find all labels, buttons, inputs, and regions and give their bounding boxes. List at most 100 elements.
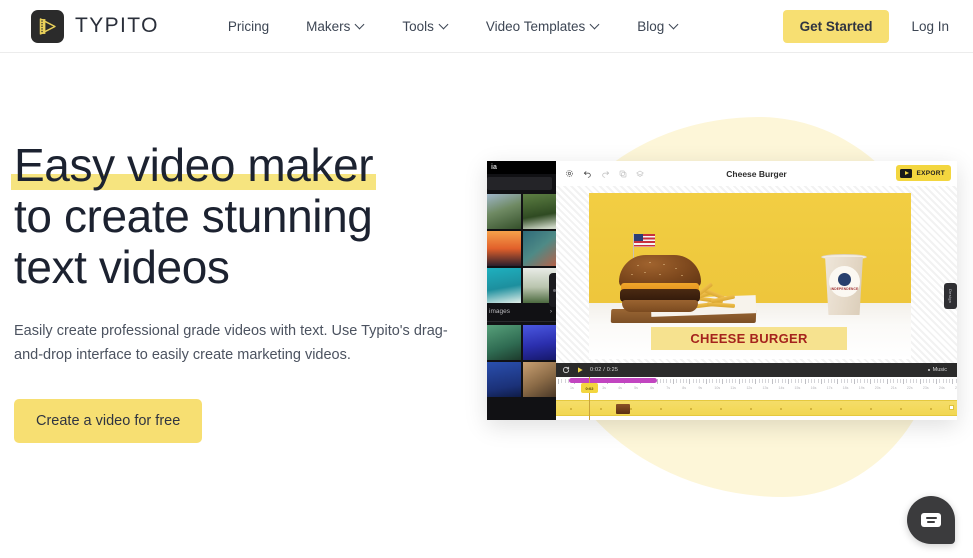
editor-thumbnail-grid bbox=[487, 194, 556, 303]
editor-playback-bar: 0:02 / 0:25 Music bbox=[556, 363, 957, 377]
timeline-tick bbox=[682, 379, 684, 383]
timeline-tick bbox=[728, 379, 730, 383]
timeline-tick bbox=[686, 379, 688, 383]
timeline-tick bbox=[791, 379, 793, 383]
thumbnail[interactable] bbox=[522, 194, 556, 229]
timeline-tick bbox=[712, 379, 714, 383]
nav-label: Makers bbox=[306, 18, 351, 34]
music-track-label[interactable]: Music bbox=[927, 367, 947, 373]
brand-name: TYPITO bbox=[75, 14, 159, 37]
thumbnail[interactable] bbox=[487, 362, 521, 397]
nav-item-tools[interactable]: Tools bbox=[402, 19, 449, 34]
editor-canvas: INDEPENDENCE CHEESE BURGER bbox=[556, 186, 957, 363]
get-started-button[interactable]: Get Started bbox=[782, 10, 890, 43]
timeline-tick-label: 17s bbox=[826, 386, 833, 390]
redo-icon[interactable] bbox=[601, 169, 610, 178]
export-label: EXPORT bbox=[916, 169, 945, 177]
caption-band[interactable]: CHEESE BURGER bbox=[651, 327, 847, 350]
thumbnail[interactable] bbox=[522, 362, 556, 397]
editor-thumbnail-grid-2 bbox=[487, 325, 556, 397]
thumbnail[interactable] bbox=[522, 231, 556, 266]
create-video-button[interactable]: Create a video for free bbox=[14, 399, 203, 443]
nav-label: Tools bbox=[402, 18, 434, 34]
timeline-tick bbox=[738, 379, 740, 384]
video-preview-frame[interactable]: INDEPENDENCE CHEESE BURGER bbox=[589, 193, 911, 359]
nav-item-video-templates[interactable]: Video Templates bbox=[486, 19, 600, 34]
undo-icon[interactable] bbox=[583, 169, 592, 178]
timeline-tick bbox=[827, 379, 829, 383]
timeline-tick bbox=[886, 379, 888, 384]
timeline-tick bbox=[797, 379, 799, 383]
thumbnail[interactable] bbox=[522, 325, 556, 360]
timeline-playhead-knob[interactable]: 0:02 bbox=[581, 383, 598, 393]
duplicate-icon[interactable] bbox=[619, 170, 627, 178]
playback-timecode: 0:02 / 0:25 bbox=[590, 367, 619, 373]
timeline-tick bbox=[702, 379, 704, 383]
sidebar-collapse-handle[interactable] bbox=[549, 273, 556, 307]
editor-sidebar-section-label[interactable]: images › bbox=[487, 303, 556, 319]
right-panel-handle[interactable]: Design bbox=[944, 283, 957, 309]
headline-line-3: text videos bbox=[14, 241, 230, 293]
timeline-tick bbox=[843, 379, 845, 383]
timeline-tick bbox=[781, 379, 783, 383]
layers-icon[interactable] bbox=[636, 170, 644, 178]
timeline-tick-label: 8s bbox=[682, 386, 687, 390]
nav-item-makers[interactable]: Makers bbox=[306, 19, 365, 34]
landing-page: TYPITO Pricing Makers Tools Video Templa… bbox=[0, 0, 973, 558]
timeline-tick bbox=[932, 379, 934, 383]
music-label-text: Music bbox=[932, 367, 947, 373]
nav-item-blog[interactable]: Blog bbox=[637, 19, 679, 34]
editor-main: Cheese Burger EXPORT INDEPENDENCE CHEESE… bbox=[556, 161, 957, 420]
timeline-video-track[interactable] bbox=[556, 400, 957, 416]
editor-media-sidebar: ia images › bbox=[487, 161, 556, 420]
log-in-link[interactable]: Log In bbox=[911, 19, 949, 34]
usa-flag-icon bbox=[634, 234, 655, 247]
nav-item-pricing[interactable]: Pricing bbox=[228, 19, 269, 34]
timeline-tick bbox=[692, 379, 694, 383]
timeline-tick bbox=[742, 379, 744, 383]
timeline-tick bbox=[804, 379, 806, 384]
timeline-tick bbox=[853, 379, 855, 384]
editor-timeline[interactable]: 1s2s3s4s5s6s7s8s9s10s11s12s13s14s15s16s1… bbox=[556, 377, 957, 420]
editor-media-search-input[interactable] bbox=[487, 177, 552, 190]
timeline-tick bbox=[863, 379, 865, 383]
play-icon[interactable] bbox=[576, 366, 584, 374]
timeline-tick bbox=[666, 379, 668, 383]
headline-line-1: Easy video maker bbox=[10, 139, 377, 191]
timeline-tick bbox=[558, 379, 559, 384]
timeline-tick-label: 1s bbox=[570, 386, 574, 390]
chat-widget-button[interactable] bbox=[907, 496, 955, 544]
timeline-tick bbox=[837, 379, 839, 384]
timeline-tick bbox=[847, 379, 849, 383]
timeline-tick-label: 4s bbox=[618, 386, 622, 390]
thumbnail[interactable] bbox=[487, 268, 521, 303]
timeline-tick bbox=[722, 379, 724, 384]
loop-icon[interactable] bbox=[562, 366, 570, 374]
timeline-tick-label: 3s bbox=[602, 386, 606, 390]
timeline-tick bbox=[824, 379, 826, 383]
timeline-tick-label: 12s bbox=[746, 386, 753, 390]
thumbnail[interactable] bbox=[487, 194, 521, 229]
settings-gear-icon[interactable] bbox=[565, 169, 574, 178]
hero-content: Easy video maker to create stunning text… bbox=[10, 139, 474, 443]
timeline-tick bbox=[705, 379, 707, 384]
timeline-track-end-handle[interactable] bbox=[949, 405, 954, 410]
timeline-tick-label: 11s bbox=[730, 386, 736, 390]
timeline-tick bbox=[830, 379, 832, 383]
brand-logo[interactable]: TYPITO bbox=[31, 9, 159, 43]
timeline-tick-label: 15s bbox=[794, 386, 801, 390]
timeline-tick bbox=[850, 379, 852, 383]
timeline-tick bbox=[870, 379, 872, 384]
export-button[interactable]: EXPORT bbox=[896, 165, 951, 181]
timeline-tick bbox=[807, 379, 809, 383]
timeline-tick bbox=[794, 379, 796, 383]
timeline-frame-thumb bbox=[616, 404, 630, 414]
thumbnail[interactable] bbox=[487, 231, 521, 266]
editor-screenshot: ia images › Cheese Burger EXPORT INDEPEN… bbox=[487, 161, 957, 420]
timeline-tick bbox=[696, 379, 698, 383]
hero-subhead: Easily create professional grade videos … bbox=[14, 323, 448, 363]
timeline-tick bbox=[765, 379, 767, 383]
timeline-strip-marker bbox=[840, 408, 842, 410]
chevron-right-icon: › bbox=[549, 308, 552, 315]
thumbnail[interactable] bbox=[487, 325, 521, 360]
